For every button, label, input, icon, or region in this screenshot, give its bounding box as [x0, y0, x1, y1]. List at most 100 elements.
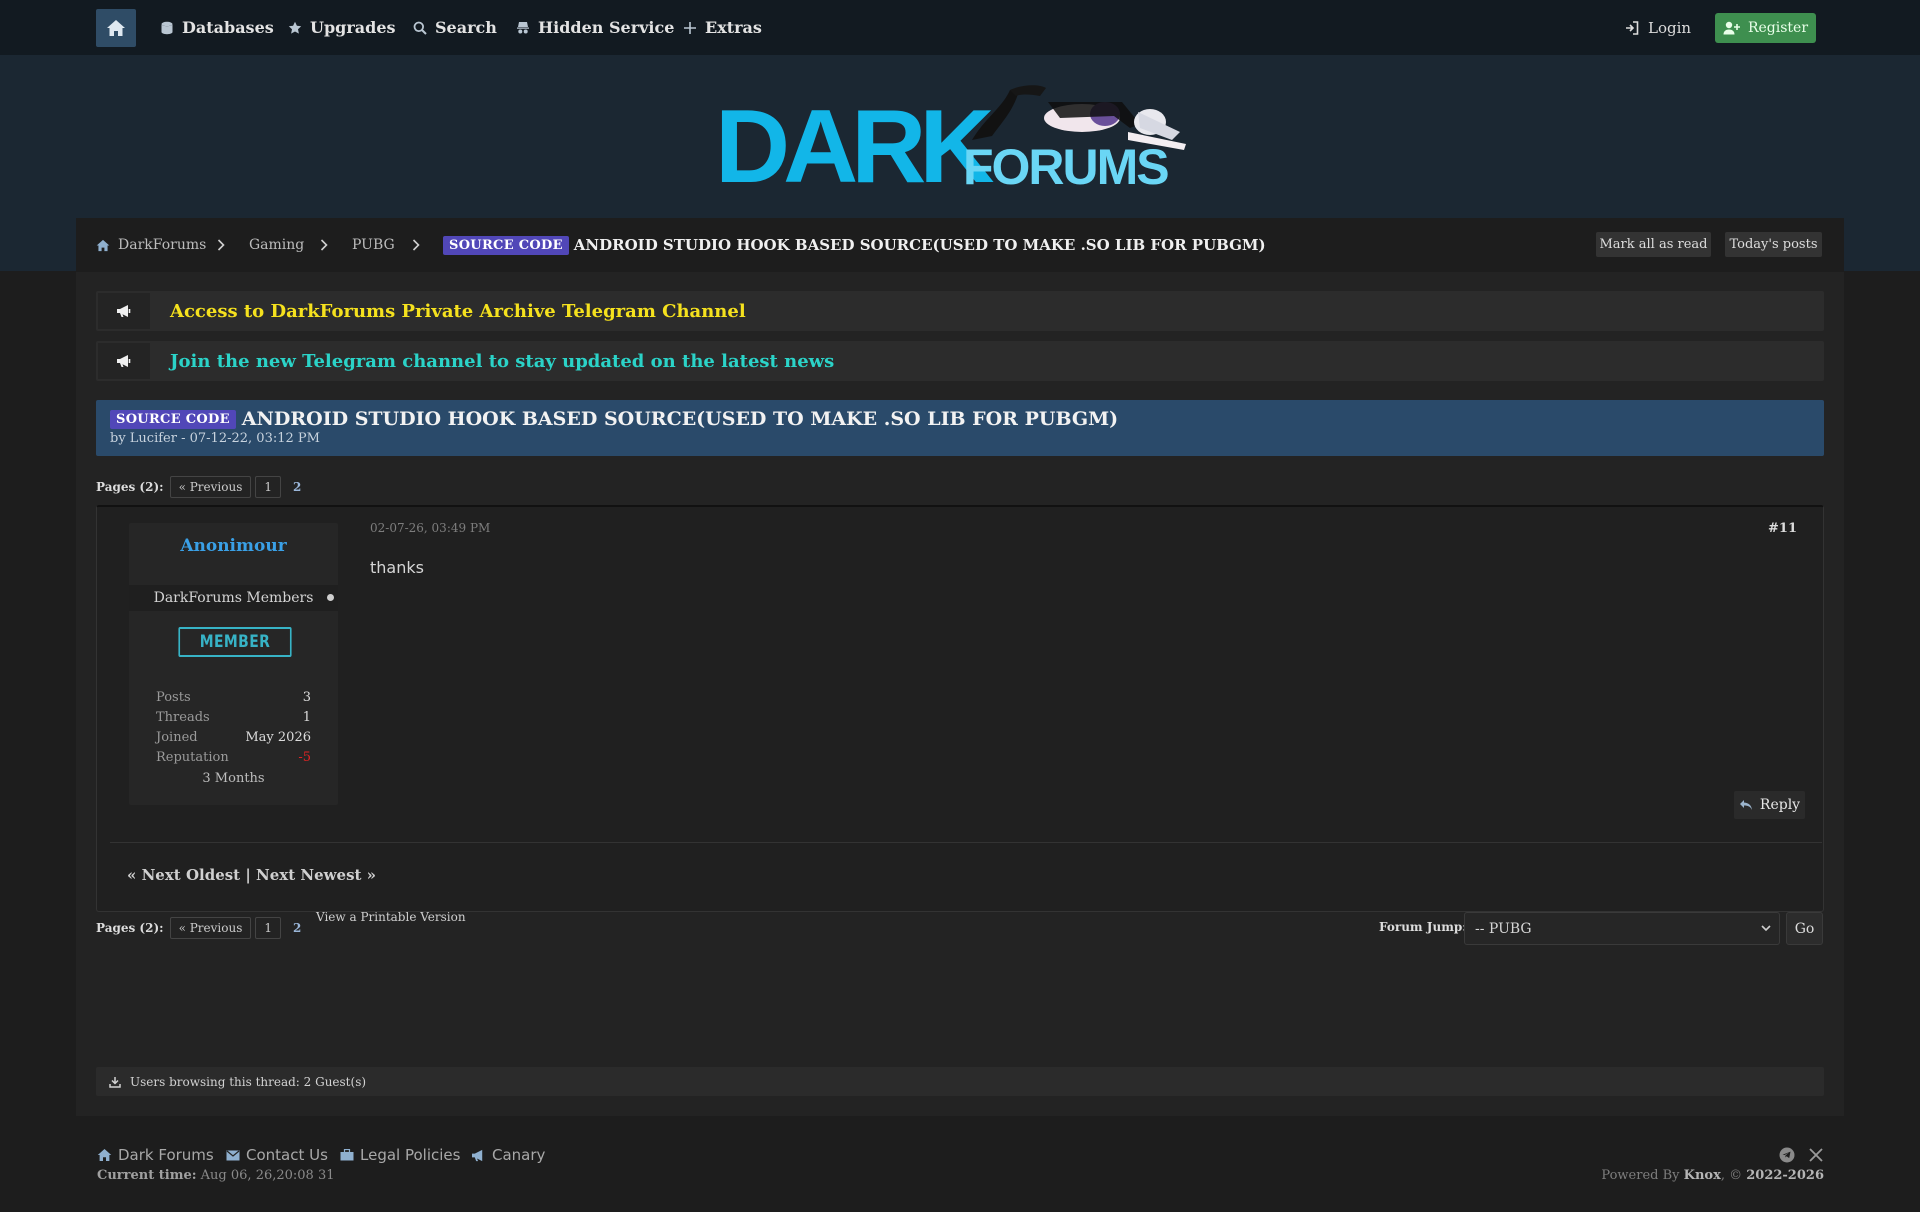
mark-all-read-label: Mark all as read — [1599, 237, 1708, 252]
stat-value: 1 — [302, 710, 311, 725]
nav-search-label: Search — [435, 18, 497, 37]
home-icon — [96, 239, 110, 251]
thread-header: SOURCE CODE ANDROID STUDIO HOOK BASED SO… — [96, 400, 1824, 456]
post-number[interactable]: #11 — [1768, 521, 1797, 536]
announcement-bar[interactable]: Access to DarkForums Private Archive Tel… — [96, 291, 1824, 331]
page-2-current: 2 — [293, 480, 302, 494]
star-icon — [288, 21, 302, 34]
current-time: Current time: Aug 06, 26,20:08 31 — [97, 1168, 335, 1183]
forum-jump-selected: -- PUBG — [1475, 920, 1532, 937]
stat-key: Posts — [156, 690, 191, 705]
home-button[interactable] — [96, 9, 136, 47]
stat-posts: Posts 3 — [156, 690, 311, 710]
prefix-badge: SOURCE CODE — [110, 409, 236, 429]
nav-upgrades-label: Upgrades — [310, 18, 396, 37]
breadcrumb-label: Gaming — [249, 237, 305, 253]
briefcase-icon — [340, 1149, 354, 1161]
login-link[interactable]: Login — [1625, 0, 1691, 55]
search-icon — [413, 21, 427, 35]
download-icon — [109, 1076, 121, 1088]
nav-upgrades[interactable]: Upgrades — [288, 0, 396, 55]
printable-version-link[interactable]: View a Printable Version — [316, 910, 466, 924]
breadcrumb-item-pubg[interactable]: PUBG — [352, 218, 395, 272]
footer-link-legal[interactable]: Legal Policies — [340, 1146, 460, 1164]
stat-key: Threads — [156, 710, 210, 725]
pagination-label: Pages (2): — [96, 480, 164, 494]
chevron-right-icon — [412, 218, 420, 272]
database-icon — [161, 21, 173, 34]
todays-posts-button[interactable]: Today's posts — [1725, 232, 1822, 257]
breadcrumb-current: SOURCE CODE ANDROID STUDIO HOOK BASED SO… — [443, 218, 1266, 272]
page-1-link[interactable]: 1 — [255, 476, 282, 498]
telegram-icon[interactable] — [1779, 1147, 1795, 1163]
reply-button[interactable]: Reply — [1734, 791, 1805, 819]
page-2-current: 2 — [293, 921, 302, 935]
chevron-down-icon — [1761, 925, 1771, 932]
stat-threads: Threads 1 — [156, 710, 311, 730]
user-plus-icon — [1723, 21, 1740, 35]
breadcrumb-item-home[interactable]: DarkForums — [96, 218, 206, 272]
go-button[interactable]: Go — [1786, 912, 1823, 945]
divider — [110, 842, 1822, 843]
announcement-text[interactable]: Join the new Telegram channel to stay up… — [170, 341, 834, 381]
powered-brand[interactable]: Knox — [1684, 1168, 1721, 1183]
footer-link-contact[interactable]: Contact Us — [226, 1146, 328, 1164]
home-icon — [97, 1149, 112, 1161]
register-button[interactable]: Register — [1715, 13, 1816, 43]
thread-byline: by Lucifer - 07-12-22, 03:12 PM — [110, 431, 320, 446]
reply-icon — [1739, 800, 1752, 810]
powered-prefix: Powered By — [1601, 1168, 1680, 1183]
megaphone-icon — [472, 1149, 483, 1161]
footer-link-dark-forums[interactable]: Dark Forums — [97, 1146, 214, 1164]
current-time-label: Current time: — [97, 1168, 197, 1183]
sign-in-icon — [1626, 20, 1639, 35]
x-twitter-icon[interactable] — [1808, 1147, 1824, 1163]
nav-search[interactable]: Search — [413, 0, 497, 55]
pagination: Pages (2): « Previous 1 2 — [96, 916, 309, 940]
pagination-label: Pages (2): — [96, 921, 164, 935]
nav-databases-label: Databases — [182, 18, 274, 37]
nav-databases[interactable]: Databases — [160, 0, 274, 55]
thread-title-text: ANDROID STUDIO HOOK BASED SOURCE(USED TO… — [241, 408, 1119, 430]
author-name[interactable]: Anonimour — [129, 536, 338, 556]
previous-page-button[interactable]: « Previous — [169, 476, 252, 498]
post-body: thanks — [370, 558, 424, 577]
forum-jump-label: Forum Jump: — [1379, 920, 1467, 934]
login-label: Login — [1648, 18, 1692, 37]
site-logo[interactable]: DARK FORUMS — [710, 78, 1210, 194]
powered-years: 2022-2026 — [1746, 1168, 1824, 1183]
envelope-icon — [226, 1150, 240, 1160]
post — [96, 505, 1824, 912]
stat-reputation: Reputation -5 — [156, 750, 311, 770]
post-date: 02-07-26, 03:49 PM — [370, 521, 491, 535]
register-label: Register — [1747, 20, 1809, 36]
page-1-link[interactable]: 1 — [255, 917, 282, 939]
pagination: Pages (2): « Previous 1 2 — [96, 475, 309, 499]
announcement-bar[interactable]: Join the new Telegram channel to stay up… — [96, 341, 1824, 381]
stat-value: May 2026 — [245, 730, 311, 745]
mark-all-read-button[interactable]: Mark all as read — [1596, 232, 1711, 257]
powered-sep: , © — [1720, 1168, 1743, 1183]
breadcrumb-label: PUBG — [352, 237, 395, 253]
users-browsing: Users browsing this thread: 2 Guest(s) — [96, 1067, 1824, 1096]
forum-jump-select[interactable]: -- PUBG — [1464, 912, 1780, 945]
breadcrumb-label: DarkForums — [118, 237, 207, 253]
stat-key: Joined — [156, 730, 198, 745]
thread-navigation[interactable]: « Next Oldest | Next Newest » — [127, 866, 376, 884]
nav-extras[interactable]: Extras — [683, 0, 762, 55]
nav-hidden-service[interactable]: Hidden Service — [516, 0, 674, 55]
svg-text:FORUMS: FORUMS — [963, 139, 1168, 194]
stat-value[interactable]: -5 — [298, 750, 311, 770]
footer-link-label: Legal Policies — [360, 1146, 461, 1164]
megaphone-icon — [98, 293, 150, 329]
announcement-text[interactable]: Access to DarkForums Private Archive Tel… — [170, 291, 746, 331]
prefix-badge: SOURCE CODE — [443, 235, 569, 255]
breadcrumb-item-gaming[interactable]: Gaming — [249, 218, 304, 272]
footer-link-canary[interactable]: Canary — [471, 1146, 545, 1164]
previous-page-button[interactable]: « Previous — [169, 917, 252, 939]
todays-posts-label: Today's posts — [1729, 237, 1818, 252]
incognito-icon — [517, 21, 529, 33]
users-browsing-text: Users browsing this thread: 2 Guest(s) — [130, 1074, 367, 1089]
current-time-value: Aug 06, 26,20:08 31 — [200, 1168, 335, 1183]
top-navbar: Databases Upgrades Search Hidden Service… — [0, 0, 1920, 55]
